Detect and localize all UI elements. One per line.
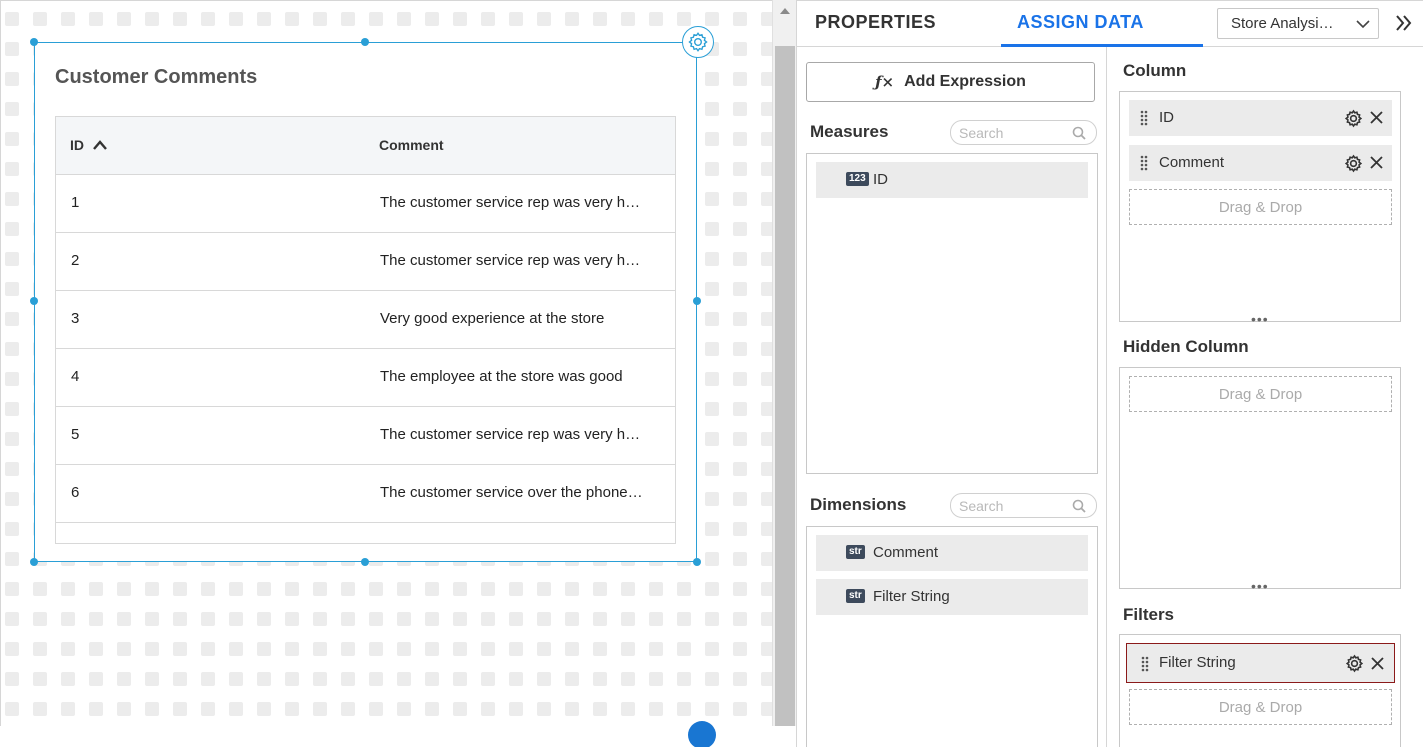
measure-item-id[interactable]: 123 ID — [816, 162, 1088, 198]
assigned-column-name: Comment — [1159, 154, 1225, 171]
dimensions-title: Dimensions — [810, 495, 907, 514]
add-expression-label: Add Expression — [904, 73, 1026, 90]
gear-icon[interactable] — [1345, 654, 1364, 673]
scroll-up-arrow-icon[interactable] — [780, 8, 790, 14]
resize-handle-top[interactable] — [361, 38, 369, 46]
cell-comment: The customer service rep was very h… — [380, 426, 641, 443]
widget-title: Customer Comments — [55, 66, 258, 88]
dimensions-search-placeholder: Search — [959, 498, 1004, 514]
column-header-id[interactable]: ID — [70, 137, 108, 153]
measures-list: 123 ID — [806, 153, 1098, 474]
cell-id: 3 — [71, 310, 80, 327]
resize-handle-bottom-right[interactable] — [693, 558, 701, 566]
resize-handle-top-left[interactable] — [30, 38, 38, 46]
search-icon — [1072, 126, 1086, 140]
data-grid[interactable]: ID Comment 1 The customer service rep was… — [55, 116, 676, 544]
cell-id: 5 — [71, 426, 80, 443]
drag-handle-icon[interactable] — [1140, 110, 1148, 126]
assigned-filter-string[interactable]: Filter String — [1126, 643, 1395, 683]
cell-comment: The customer service rep was very h… — [380, 194, 641, 211]
string-type-badge: str — [846, 589, 865, 603]
dimensions-list: str Comment str Filter String — [806, 526, 1098, 747]
filters-drop-zone[interactable]: Filter String Drag & Drop — [1119, 634, 1401, 747]
canvas-scrollbar[interactable] — [772, 0, 796, 726]
gear-icon[interactable] — [1344, 154, 1363, 173]
widget-settings-button[interactable] — [682, 26, 714, 58]
resize-handle-bottom-left[interactable] — [30, 558, 38, 566]
table-row[interactable]: 4 The employee at the store was good — [56, 349, 675, 407]
dashboard-canvas: Customer Comments ID Comment 1 The custom… — [0, 0, 772, 726]
table-row[interactable]: 1 The customer service rep was very h… — [56, 175, 675, 233]
add-expression-button[interactable]: ƒ× Add Expression — [806, 62, 1095, 102]
assigned-column-name: ID — [1159, 109, 1174, 126]
cell-comment: The customer service over the phone… — [380, 484, 643, 501]
measures-search-placeholder: Search — [959, 125, 1004, 141]
tab-assign-data[interactable]: ASSIGN DATA — [1017, 12, 1144, 33]
hidden-column-drop-target[interactable]: Drag & Drop — [1129, 376, 1392, 412]
gear-icon[interactable] — [1344, 109, 1363, 128]
column-header-comment[interactable]: Comment — [379, 137, 444, 153]
assigned-column-id[interactable]: ID — [1129, 100, 1392, 136]
cell-comment: The employee at the store was good — [380, 368, 623, 385]
tab-properties[interactable]: PROPERTIES — [815, 12, 936, 33]
drag-handle-icon[interactable] — [1141, 656, 1149, 672]
cell-id: 6 — [71, 484, 80, 501]
close-icon[interactable] — [1369, 155, 1384, 170]
panel-divider — [1106, 47, 1107, 747]
resize-dots-icon[interactable]: ••• — [1251, 311, 1269, 327]
close-icon[interactable] — [1369, 110, 1384, 125]
dimension-name: Comment — [873, 544, 939, 561]
cell-comment: The customer service rep was very h… — [380, 252, 641, 269]
properties-panel: PROPERTIES ASSIGN DATA Store Analysi… ƒ×… — [796, 0, 1423, 747]
resize-handle-left[interactable] — [30, 297, 38, 305]
measures-search-input[interactable]: Search — [950, 120, 1097, 145]
assigned-filter-name: Filter String — [1159, 654, 1236, 671]
datasource-select-value: Store Analysi… — [1231, 15, 1334, 32]
chevron-down-icon — [1356, 20, 1370, 29]
floating-action-button[interactable] — [688, 721, 716, 747]
assigned-column-comment[interactable]: Comment — [1129, 145, 1392, 181]
cell-id: 1 — [71, 194, 80, 211]
column-header-id-label: ID — [70, 137, 84, 153]
resize-handle-right[interactable] — [693, 297, 701, 305]
function-icon: ƒ× — [875, 73, 895, 91]
cell-comment: Very good experience at the store — [380, 310, 605, 327]
grid-header: ID Comment — [56, 117, 675, 175]
sort-ascending-icon[interactable] — [92, 139, 108, 151]
hidden-column-drop-zone[interactable]: Drag & Drop — [1119, 367, 1401, 589]
filters-drop-target[interactable]: Drag & Drop — [1129, 689, 1392, 725]
gear-icon — [688, 32, 708, 52]
collapse-panel-icon[interactable] — [1394, 13, 1414, 33]
drag-handle-icon[interactable] — [1140, 155, 1148, 171]
active-tab-indicator — [1001, 44, 1203, 47]
cell-id: 2 — [71, 252, 80, 269]
measures-title: Measures — [810, 122, 889, 141]
close-icon[interactable] — [1370, 656, 1385, 671]
dimension-item-filter-string[interactable]: str Filter String — [816, 579, 1088, 615]
scrollbar-thumb[interactable] — [775, 46, 795, 726]
dimensions-search-input[interactable]: Search — [950, 493, 1097, 518]
table-row[interactable]: 5 The customer service rep was very h… — [56, 407, 675, 465]
dimension-item-comment[interactable]: str Comment — [816, 535, 1088, 571]
column-section-title: Column — [1123, 61, 1187, 80]
column-drop-zone[interactable]: ID Comment Drag & Drop — [1119, 91, 1401, 322]
resize-dots-icon[interactable]: ••• — [1251, 578, 1269, 594]
table-row[interactable]: 3 Very good experience at the store — [56, 291, 675, 349]
string-type-badge: str — [846, 545, 865, 559]
hidden-column-title: Hidden Column — [1123, 337, 1249, 356]
panel-tabs: PROPERTIES ASSIGN DATA Store Analysi… — [797, 1, 1423, 47]
grid-widget[interactable]: Customer Comments ID Comment 1 The custom… — [34, 42, 697, 562]
dimension-name: Filter String — [873, 588, 950, 605]
table-row[interactable]: 2 The customer service rep was very h… — [56, 233, 675, 291]
resize-handle-bottom[interactable] — [361, 558, 369, 566]
filters-title: Filters — [1123, 605, 1175, 624]
datasource-select[interactable]: Store Analysi… — [1217, 8, 1379, 39]
column-drop-target[interactable]: Drag & Drop — [1129, 189, 1392, 225]
table-row[interactable]: 6 The customer service over the phone… — [56, 465, 675, 523]
number-type-badge: 123 — [846, 172, 869, 186]
measure-name: ID — [873, 171, 888, 188]
cell-id: 4 — [71, 368, 80, 385]
search-icon — [1072, 499, 1086, 513]
